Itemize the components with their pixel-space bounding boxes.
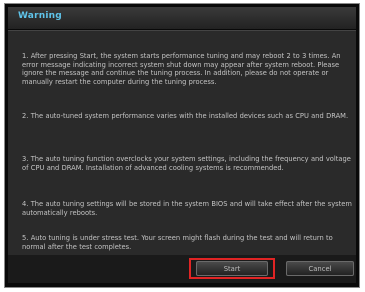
warning-paragraph-5: 5. Auto tuning is under stress test. You… <box>22 234 333 251</box>
warning-paragraph-3: 3. The auto tuning function overclocks y… <box>22 155 351 172</box>
warning-paragraph-4: 4. The auto tuning settings will be stor… <box>22 200 352 217</box>
dialog-footer: Start Cancel <box>8 255 356 283</box>
warning-paragraph-1: 1. After pressing Start, the system star… <box>22 52 341 86</box>
warning-dialog: Warning 1. After pressing Start, the sys… <box>4 3 360 288</box>
warning-paragraph-2: 2. The auto-tuned system performance var… <box>22 112 349 120</box>
cancel-button[interactable]: Cancel <box>286 261 354 276</box>
dialog-title: Warning <box>18 11 62 21</box>
start-button[interactable]: Start <box>196 261 268 276</box>
dialog-title-bar[interactable]: Warning <box>8 7 356 29</box>
dialog-content: 1. After pressing Start, the system star… <box>8 30 356 256</box>
